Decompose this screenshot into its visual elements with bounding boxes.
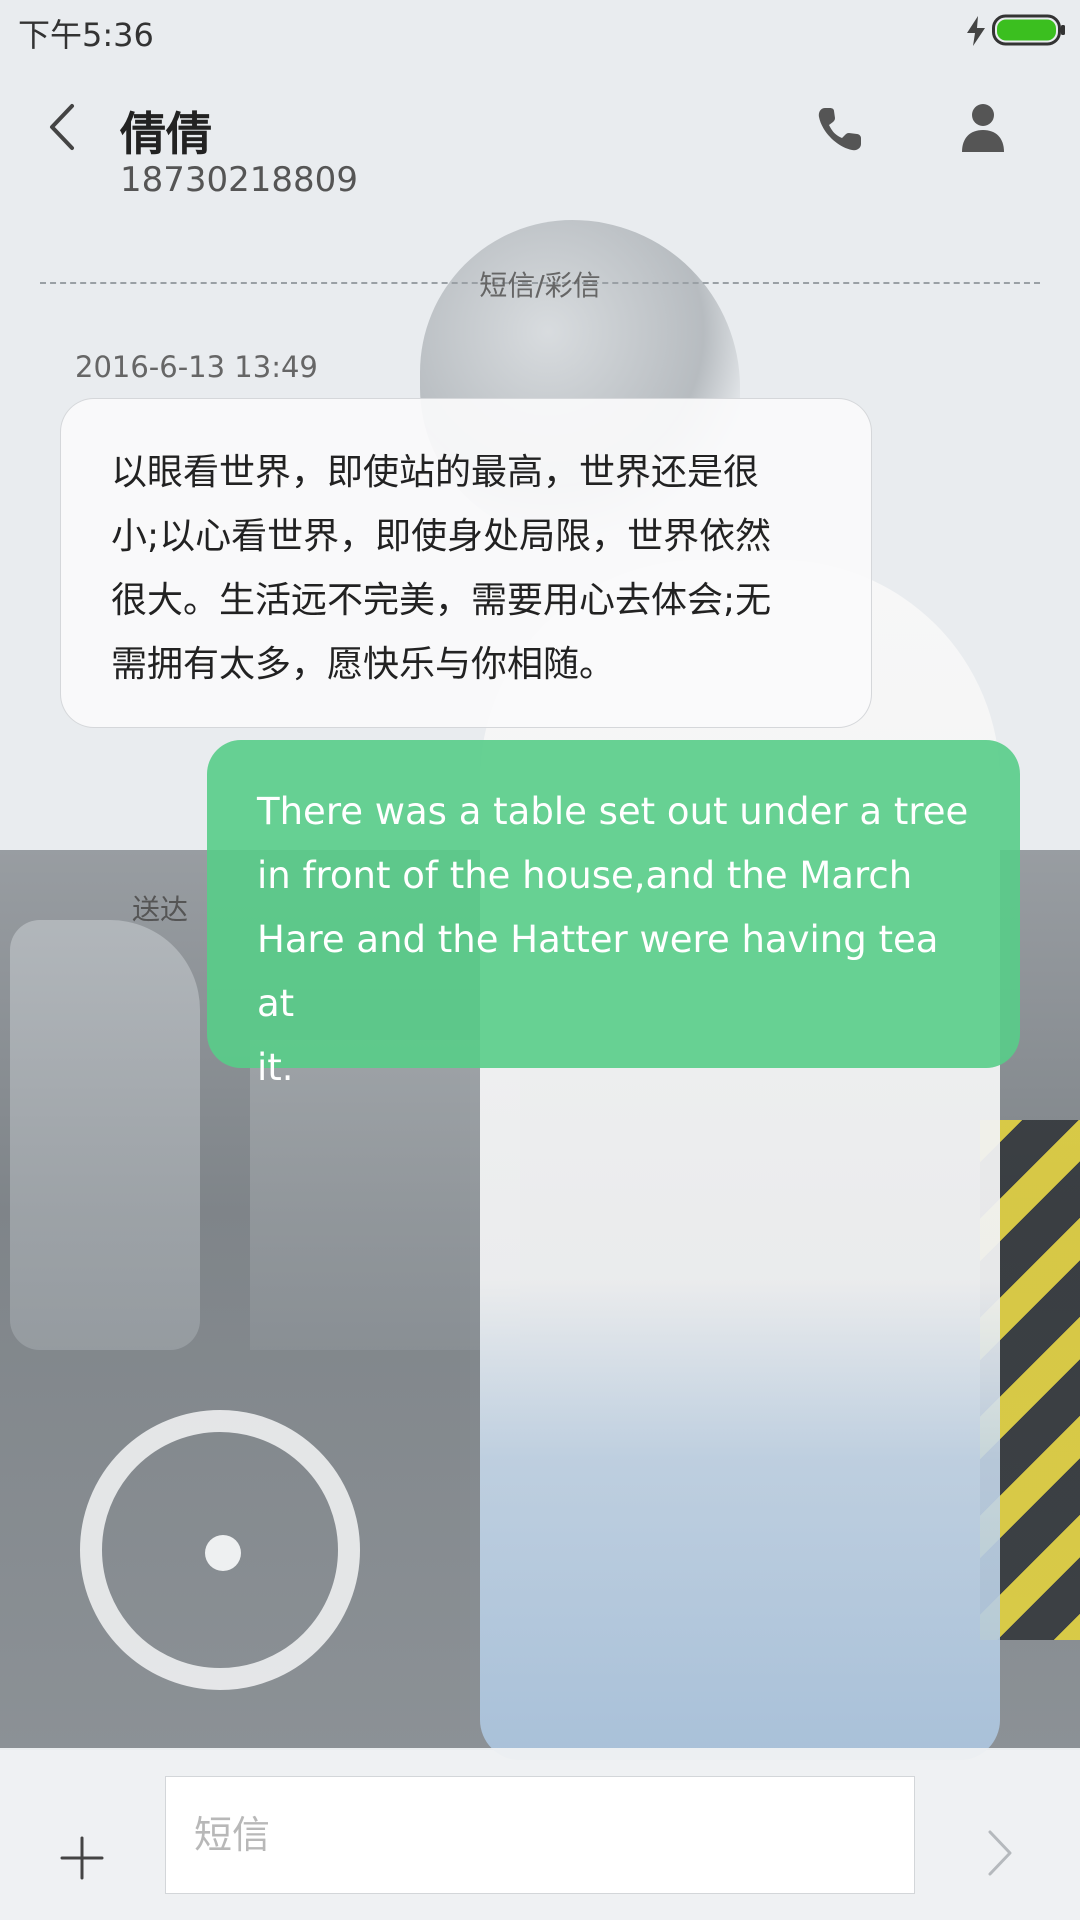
wallpaper-valve-hub (205, 1535, 241, 1571)
conversation-header: 倩倩 18730218809 (0, 62, 1080, 212)
battery-icon (992, 14, 1065, 46)
contact-person-icon[interactable] (960, 102, 1006, 154)
message-line: 小;以心看世界，即使身处局限，世界依然 (111, 516, 772, 557)
back-arrow-icon[interactable] (44, 102, 80, 152)
message-type-divider-label: 短信/彩信 (479, 269, 601, 302)
phone-icon[interactable] (815, 104, 865, 154)
delivery-status-label: 送达 (132, 893, 189, 926)
message-line: 需拥有太多，愿快乐与你相随。 (111, 644, 616, 685)
status-bar: 下午5:36 (0, 0, 1080, 62)
outgoing-message-bubble[interactable]: There was a table set out under a tree i… (207, 740, 1020, 1089)
charging-bolt-icon (967, 16, 985, 46)
message-line: 很大。生活远不完美，需要用心去体会;无 (111, 580, 772, 621)
incoming-message-bubble[interactable]: 以眼看世界，即使站的最高，世界还是很 小;以心看世界，即使身处局限，世界依然 很… (60, 398, 872, 728)
message-line: 以眼看世界，即使站的最高，世界还是很 (111, 452, 760, 493)
message-input[interactable] (165, 1776, 915, 1894)
add-attachment-icon[interactable] (60, 1836, 104, 1880)
message-line: Hare and the Hatter were having tea at (257, 918, 939, 1025)
message-line: it. (257, 1046, 294, 1089)
contact-name: 倩倩 (120, 107, 212, 161)
send-arrow-icon[interactable] (986, 1828, 1014, 1878)
message-composer (0, 1748, 1080, 1920)
message-line: There was a table set out under a tree (257, 790, 969, 833)
sms-conversation-screen: 下午5:36 倩倩 18730218809 短信/彩信 2016-6-13 13… (0, 0, 1080, 1920)
message-timestamp: 2016-6-13 13:49 (75, 350, 318, 384)
message-line: in front of the house,and the March (257, 854, 913, 897)
status-time: 下午5:36 (18, 16, 154, 54)
wallpaper-panel-left (10, 920, 200, 1350)
contact-number: 18730218809 (120, 160, 358, 200)
